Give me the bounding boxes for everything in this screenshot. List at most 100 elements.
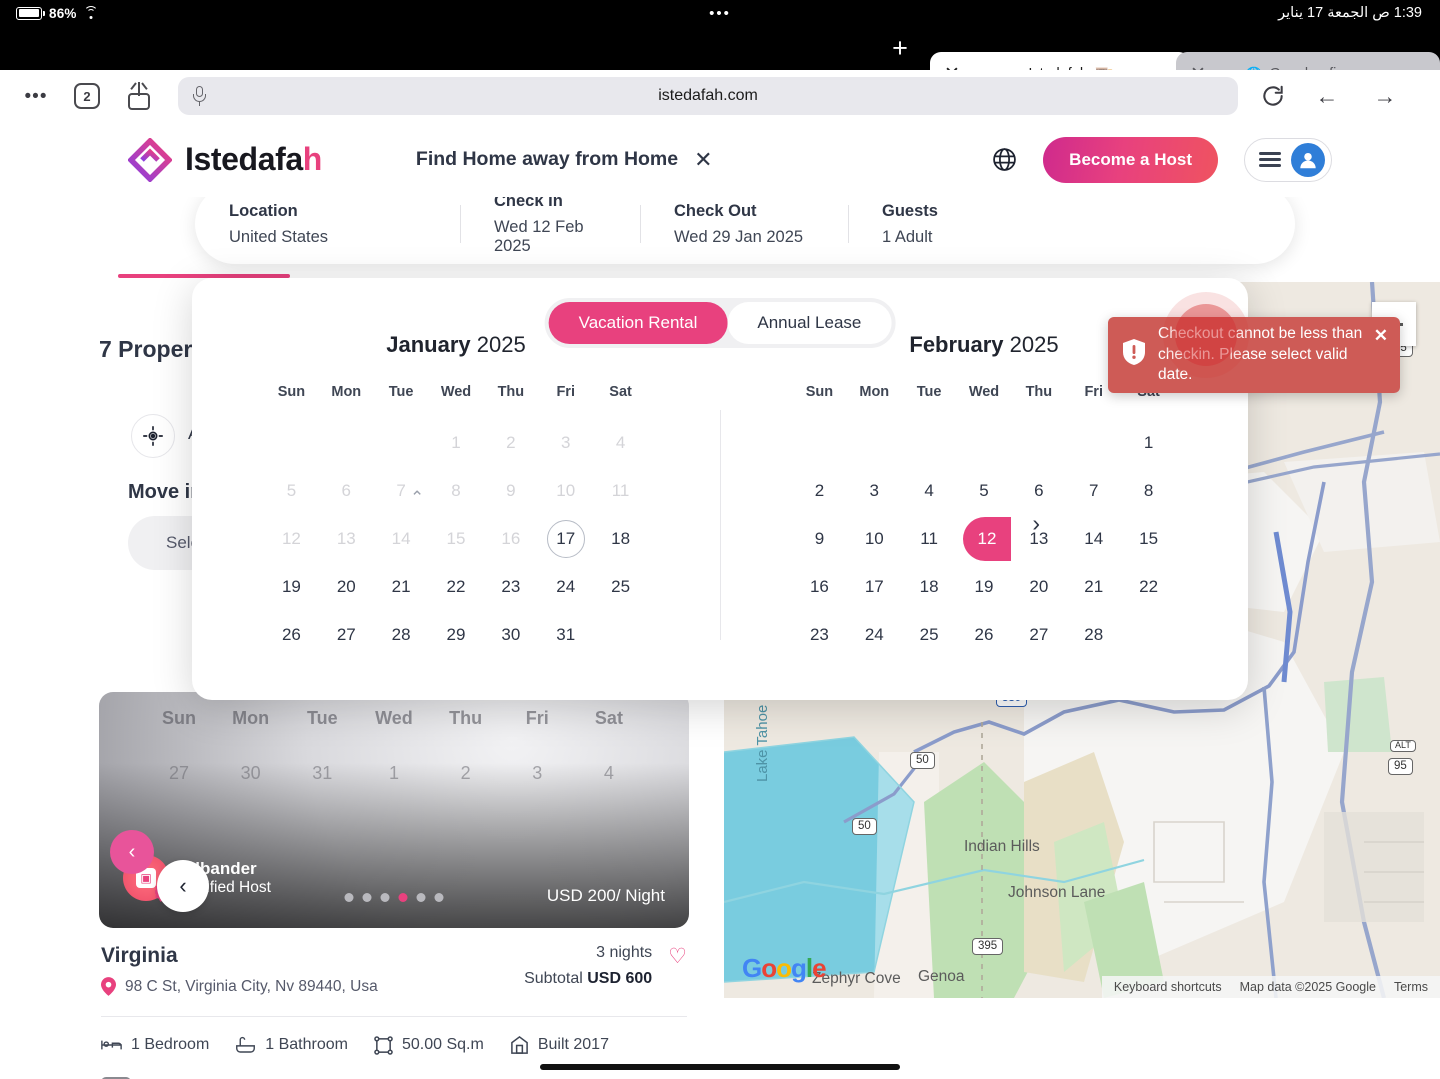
share-icon[interactable] [126, 82, 152, 110]
property-title: Virginia [101, 944, 378, 968]
day-cell[interactable]: 22 [1121, 568, 1176, 606]
battery-icon [16, 7, 42, 20]
day-cell[interactable]: 27 [319, 616, 374, 654]
back-button[interactable]: ← [1312, 83, 1342, 110]
carousel-dot[interactable] [381, 893, 390, 902]
day-number: 31 [556, 625, 575, 645]
keyboard-shortcuts-link[interactable]: Keyboard shortcuts [1114, 980, 1222, 994]
day-cell[interactable]: 19 [957, 568, 1012, 606]
day-cell[interactable]: 17 [847, 568, 902, 606]
day-cell[interactable]: 5 [957, 472, 1012, 510]
carousel-dot[interactable] [345, 893, 354, 902]
day-cell[interactable]: 11 [902, 520, 957, 558]
day-cell[interactable]: 28 [1066, 616, 1121, 654]
day-cell[interactable]: 21 [1066, 568, 1121, 606]
day-cell[interactable]: 28 [374, 616, 429, 654]
search-field-checkin[interactable]: Check In Wed 12 Feb 2025 [460, 192, 640, 256]
reload-icon[interactable] [1260, 83, 1286, 109]
new-tab-button[interactable]: + [884, 34, 916, 64]
close-icon[interactable]: ✕ [694, 149, 712, 171]
price-summary-text: 3 nights Subtotal USD 600 [524, 944, 652, 988]
day-cell-disabled: 4 [593, 424, 648, 462]
avatar[interactable] [1291, 143, 1325, 177]
month-year: 2025 [477, 332, 526, 357]
day-cell[interactable]: 31 [538, 616, 593, 654]
day-cell[interactable]: 30 [483, 616, 538, 654]
carousel-dots[interactable] [345, 893, 444, 902]
day-of-week-header: Mon [319, 384, 374, 414]
day-cell[interactable]: 20 [1011, 568, 1066, 606]
site-logo[interactable]: Istedafah [128, 138, 322, 182]
account-menu-button[interactable] [1244, 138, 1332, 182]
day-cell[interactable]: 14 [1066, 520, 1121, 558]
day-cell-empty [902, 424, 957, 462]
day-cell[interactable]: 24 [847, 616, 902, 654]
day-cell[interactable]: 22 [429, 568, 484, 606]
day-cell[interactable]: 20 [319, 568, 374, 606]
search-field-location[interactable]: Location United States [195, 202, 460, 247]
day-cell[interactable]: 19 [264, 568, 319, 606]
day-cell[interactable]: 25 [902, 616, 957, 654]
day-cell-disabled: 3 [538, 424, 593, 462]
day-cell[interactable]: 10 [847, 520, 902, 558]
day-cell[interactable]: 4 [902, 472, 957, 510]
carousel-dot[interactable] [363, 893, 372, 902]
day-cell[interactable]: 18 [593, 520, 648, 558]
day-cell[interactable]: 26 [957, 616, 1012, 654]
day-cell[interactable]: 6 [1011, 472, 1066, 510]
day-cell[interactable]: 1 [1121, 424, 1176, 462]
hamburger-icon[interactable] [1259, 149, 1281, 171]
ghost-dow-row: Sun Mon Tue Wed Thu Fri Sat [151, 708, 637, 729]
day-cell[interactable]: 21 [374, 568, 429, 606]
tab-count-button[interactable]: 2 [74, 83, 100, 109]
carousel-dot-active[interactable] [399, 893, 408, 902]
wifi-icon [84, 7, 99, 19]
day-cell[interactable]: 23 [483, 568, 538, 606]
map-label: Genoa [918, 968, 965, 986]
become-host-button[interactable]: Become a Host [1043, 137, 1218, 183]
locate-me-button[interactable] [131, 414, 175, 458]
day-number: 11 [612, 481, 630, 501]
map-label: Johnson Lane [1008, 884, 1105, 902]
carousel-dot[interactable] [417, 893, 426, 902]
day-cell[interactable]: 2 [792, 472, 847, 510]
day-cell[interactable]: 27 [1011, 616, 1066, 654]
day-cell[interactable]: 3 [847, 472, 902, 510]
day-cell[interactable]: 29 [429, 616, 484, 654]
more-icon[interactable]: ••• [20, 87, 52, 106]
search-field-guests[interactable]: Guests 1 Adult [848, 202, 1028, 247]
day-cell[interactable]: 25 [593, 568, 648, 606]
error-toast[interactable]: Checkout cannot be less than checkin. Pl… [1108, 317, 1400, 393]
day-number: 26 [282, 625, 301, 645]
card-prev-button[interactable]: ‹ [157, 860, 209, 912]
field-label: Check Out [674, 202, 814, 221]
field-label: Guests [882, 202, 994, 221]
globe-icon[interactable] [992, 147, 1017, 172]
day-cell[interactable]: 13 [1011, 520, 1066, 558]
day-cell-selected[interactable]: 12 [957, 520, 1012, 558]
day-cell[interactable]: 18 [902, 568, 957, 606]
search-field-checkout[interactable]: Check Out Wed 29 Jan 2025 [640, 202, 848, 247]
forward-button[interactable]: → [1370, 83, 1400, 110]
day-number: 16 [501, 529, 520, 549]
date-picker-modal[interactable]: Vacation Rental Annual Lease ⌃ › January… [192, 278, 1248, 700]
close-icon[interactable]: ✕ [1374, 327, 1388, 344]
favorite-heart-icon[interactable]: ♡ [668, 946, 687, 967]
day-cell-disabled: 15 [429, 520, 484, 558]
day-cell[interactable]: 15 [1121, 520, 1176, 558]
carousel-prev-button[interactable]: ‹ [110, 830, 154, 874]
day-cell[interactable]: 16 [792, 568, 847, 606]
day-cell-today[interactable]: 17 [538, 520, 593, 558]
multitask-dots-icon[interactable]: ••• [709, 6, 731, 21]
day-cell[interactable]: 24 [538, 568, 593, 606]
address-bar[interactable]: istedafah.com [178, 77, 1238, 115]
day-cell[interactable]: 9 [792, 520, 847, 558]
terms-link[interactable]: Terms [1394, 980, 1428, 994]
browser-toolbar: ••• 2 istedafah.com ← → [0, 70, 1440, 122]
day-cell[interactable]: 26 [264, 616, 319, 654]
day-cell[interactable]: 8 [1121, 472, 1176, 510]
carousel-dot[interactable] [435, 893, 444, 902]
day-number: 8 [1144, 481, 1153, 501]
day-cell[interactable]: 7 [1066, 472, 1121, 510]
day-cell[interactable]: 23 [792, 616, 847, 654]
